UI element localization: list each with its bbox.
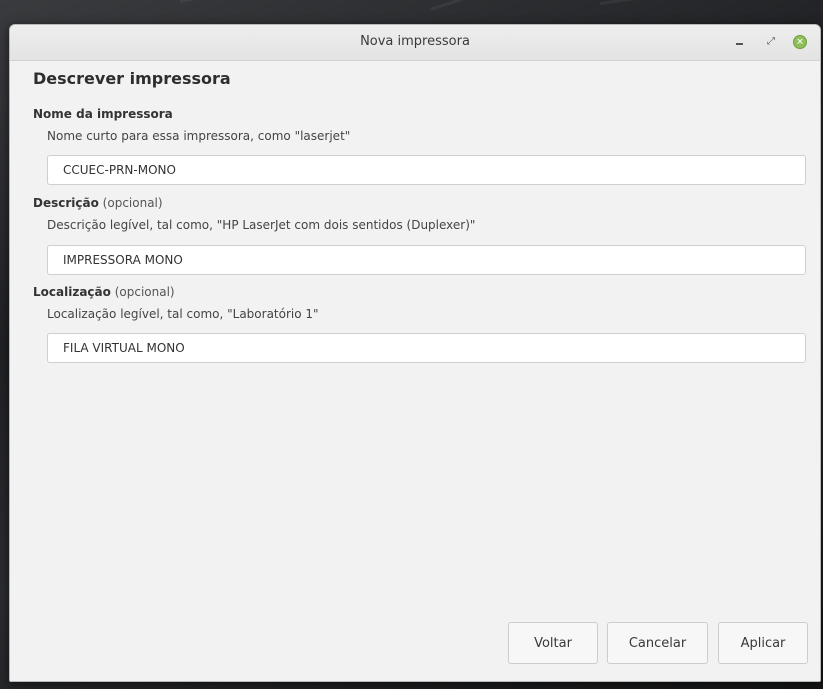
wallpaper-streak <box>180 0 318 3</box>
window-title: Nova impressora <box>360 34 470 49</box>
wallpaper-streak <box>430 0 517 11</box>
description-hint: Descrição legível, tal como, "HP LaserJe… <box>47 218 476 232</box>
location-label-text: Localização <box>33 285 111 299</box>
new-printer-dialog: Nova impressora ⤢ × Descrever impressora… <box>9 24 821 682</box>
back-button[interactable]: Voltar <box>508 622 598 664</box>
minimize-icon <box>735 43 743 45</box>
location-optional-tag: (opcional) <box>114 285 175 299</box>
dialog-content: Descrever impressora Nome da impressora … <box>10 61 820 681</box>
wallpaper-streak <box>600 0 720 5</box>
title-bar[interactable]: Nova impressora ⤢ × <box>10 25 820 61</box>
printer-name-label-text: Nome da impressora <box>33 107 173 121</box>
description-optional-tag: (opcional) <box>102 196 163 210</box>
page-heading: Descrever impressora <box>33 69 231 88</box>
cancel-button[interactable]: Cancelar <box>607 622 708 664</box>
apply-button[interactable]: Aplicar <box>718 622 808 664</box>
printer-name-input[interactable] <box>47 155 806 185</box>
minimize-button[interactable] <box>728 31 750 53</box>
printer-name-label: Nome da impressora <box>33 107 173 121</box>
description-label-text: Descrição <box>33 196 99 210</box>
close-icon: × <box>793 35 807 49</box>
description-input[interactable] <box>47 245 806 275</box>
close-button[interactable]: × <box>789 31 811 53</box>
location-input[interactable] <box>47 333 806 363</box>
location-label: Localização (opcional) <box>33 285 175 299</box>
maximize-button[interactable]: ⤢ <box>760 31 782 53</box>
location-hint: Localização legível, tal como, "Laborató… <box>47 307 319 321</box>
description-label: Descrição (opcional) <box>33 196 163 210</box>
maximize-icon: ⤢ <box>767 36 775 47</box>
printer-name-hint: Nome curto para essa impressora, como "l… <box>47 129 351 143</box>
